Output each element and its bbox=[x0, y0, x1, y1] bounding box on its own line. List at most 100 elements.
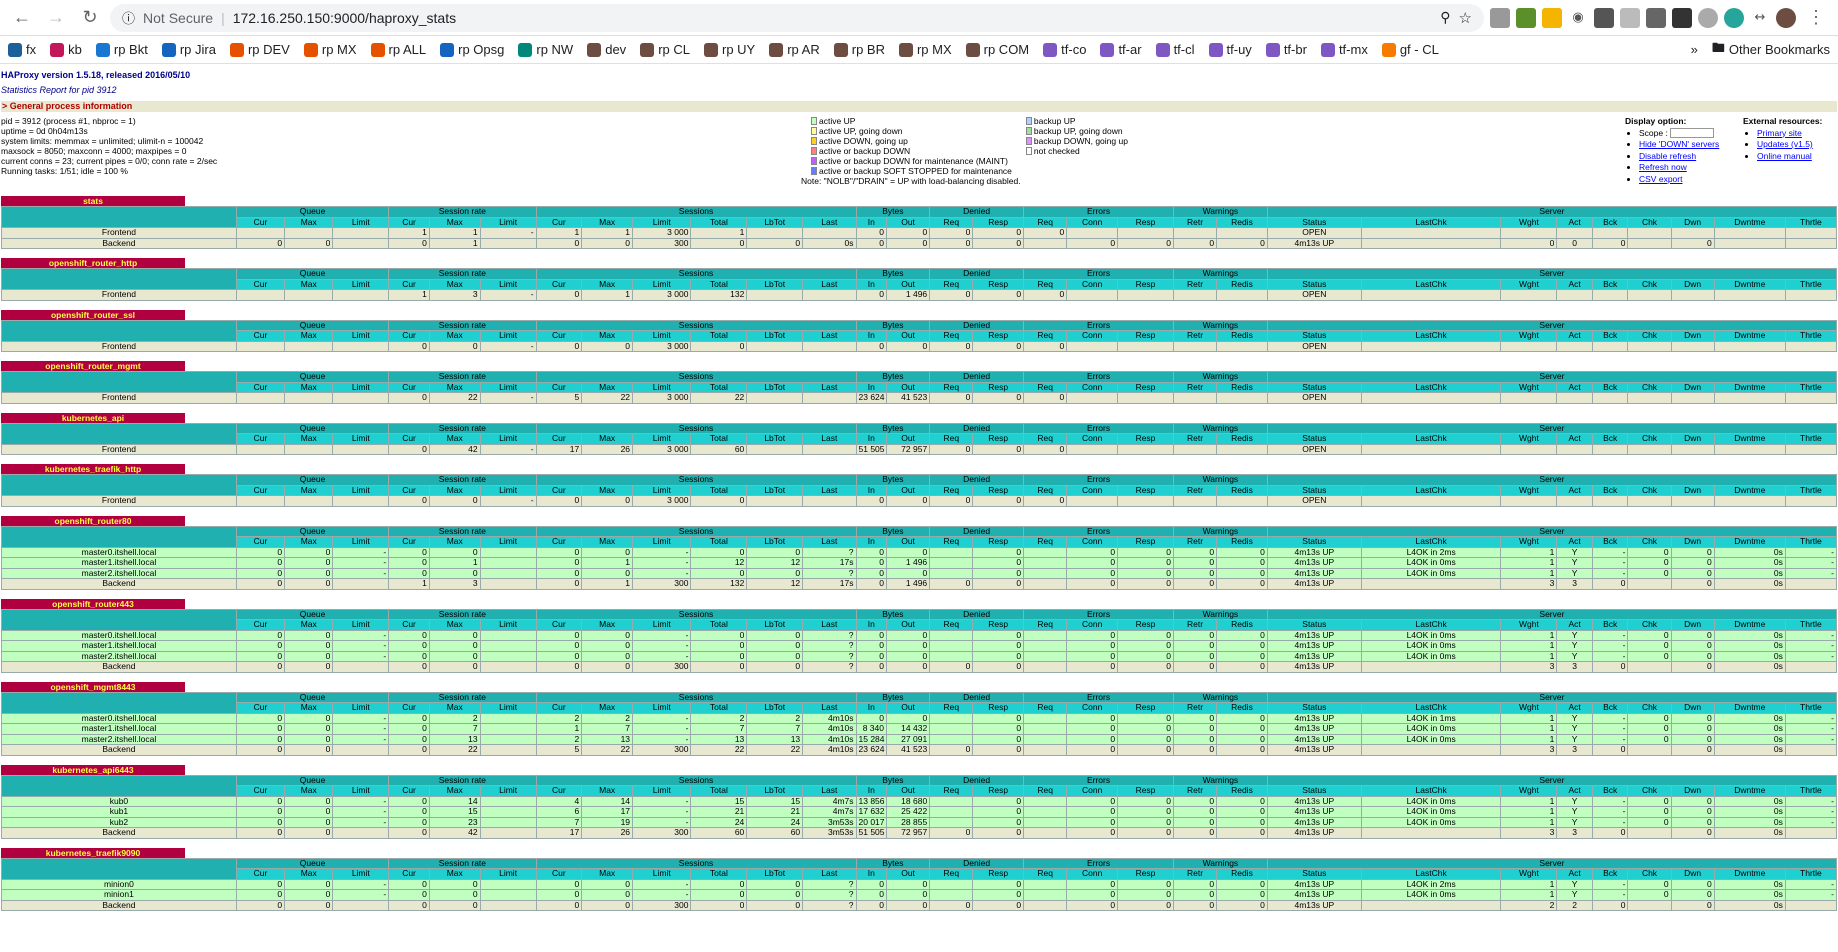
general-info-header[interactable]: > General process information bbox=[1, 101, 1837, 112]
row-name[interactable]: Backend bbox=[1, 578, 237, 590]
row-name[interactable]: Backend bbox=[1, 661, 237, 673]
bookmark-item[interactable]: tf-cl bbox=[1155, 42, 1195, 57]
star-icon[interactable]: ☆ bbox=[1459, 9, 1472, 27]
extension-icon[interactable] bbox=[1724, 7, 1744, 28]
cell: 0 bbox=[972, 392, 1025, 404]
proxy-name[interactable]: kubernetes_traefik_http bbox=[1, 464, 185, 474]
row-name[interactable]: kub1 bbox=[1, 806, 237, 818]
avatar[interactable] bbox=[1776, 7, 1796, 28]
row-name[interactable]: master1.itshell.local bbox=[1, 723, 237, 735]
bookmark-item[interactable]: rp Bkt bbox=[95, 42, 148, 57]
arrows-icon[interactable]: ↔ bbox=[1750, 7, 1770, 28]
external-link[interactable]: Updates (v1.5) bbox=[1757, 139, 1813, 149]
proxy-name[interactable]: openshift_mgmt8443 bbox=[1, 681, 185, 692]
row-name[interactable]: master1.itshell.local bbox=[1, 640, 237, 652]
extension-icon[interactable] bbox=[1672, 7, 1692, 28]
cell: 0 bbox=[1023, 392, 1068, 404]
row-name[interactable]: master2.itshell.local bbox=[1, 650, 237, 662]
bookmark-item[interactable]: tf-mx bbox=[1320, 42, 1368, 57]
cell: 0 bbox=[855, 237, 887, 249]
proxy-name[interactable]: kubernetes_api6443 bbox=[1, 764, 185, 775]
display-option-link[interactable]: CSV export bbox=[1639, 174, 1682, 184]
row-name[interactable]: Backend bbox=[1, 899, 237, 911]
display-option-link[interactable]: Disable refresh bbox=[1639, 151, 1696, 161]
extension-icon[interactable] bbox=[1490, 7, 1510, 28]
bookmark-item[interactable]: tf-ar bbox=[1100, 42, 1142, 57]
display-option-link[interactable]: Refresh now bbox=[1639, 162, 1687, 172]
bookmark-label: gf - CL bbox=[1399, 42, 1439, 57]
bookmark-item[interactable]: rp ALL bbox=[370, 42, 426, 57]
eye-icon[interactable]: ◉ bbox=[1568, 7, 1588, 28]
row-name[interactable]: Backend bbox=[1, 744, 237, 756]
proxy-name[interactable]: stats bbox=[1, 196, 185, 206]
bookmark-item[interactable]: dev bbox=[587, 42, 626, 57]
row-name[interactable]: master2.itshell.local bbox=[1, 567, 237, 579]
display-option-link[interactable]: Hide 'DOWN' servers bbox=[1639, 139, 1719, 149]
cell: 4m13s UP bbox=[1266, 237, 1362, 249]
bookmark-item[interactable]: fx bbox=[8, 42, 36, 57]
other-bookmarks[interactable]: 🖿 Other Bookmarks bbox=[1712, 39, 1830, 61]
extension-icon[interactable] bbox=[1646, 7, 1666, 28]
row-name[interactable]: Backend bbox=[1, 827, 237, 839]
bookmark-item[interactable]: rp MX bbox=[898, 42, 952, 57]
row-name[interactable]: Frontend bbox=[1, 495, 237, 507]
bookmark-item[interactable]: rp BR bbox=[833, 42, 885, 57]
cell bbox=[332, 661, 390, 673]
extension-icon[interactable] bbox=[1594, 7, 1614, 28]
bookmark-item[interactable]: rp MX bbox=[303, 42, 357, 57]
extension-icon[interactable] bbox=[1698, 7, 1718, 28]
row-name[interactable]: kub0 bbox=[1, 795, 237, 807]
bookmark-item[interactable]: rp CL bbox=[640, 42, 690, 57]
more-bookmarks-icon[interactable]: » bbox=[1691, 42, 1698, 57]
external-link[interactable]: Online manual bbox=[1757, 151, 1812, 161]
row-name[interactable]: master2.itshell.local bbox=[1, 733, 237, 745]
row-name[interactable]: Backend bbox=[1, 237, 237, 249]
scope-input[interactable] bbox=[1670, 128, 1715, 138]
bookmark-item[interactable]: rp NW bbox=[518, 42, 573, 57]
row-name[interactable]: master0.itshell.local bbox=[1, 712, 237, 724]
row-name[interactable]: kub2 bbox=[1, 816, 237, 828]
bookmark-item[interactable]: rp AR bbox=[769, 42, 820, 57]
bookmark-item[interactable]: rp Jira bbox=[161, 42, 216, 57]
bookmark-item[interactable]: tf-br bbox=[1265, 42, 1307, 57]
address-bar[interactable]: ⓘ Not Secure | 172.16.250.150:9000/hapro… bbox=[110, 3, 1484, 32]
extension-icon[interactable] bbox=[1620, 7, 1640, 28]
row-name[interactable]: Frontend bbox=[1, 227, 237, 239]
bookmark-item[interactable]: gf - CL bbox=[1381, 42, 1439, 57]
extension-icon[interactable] bbox=[1542, 7, 1562, 28]
row-name[interactable]: master1.itshell.local bbox=[1, 557, 237, 569]
back-icon[interactable]: ← bbox=[8, 4, 36, 32]
proxy-name[interactable]: openshift_router80 bbox=[1, 515, 185, 526]
bookmark-item[interactable]: rp DEV bbox=[229, 42, 290, 57]
forward-icon[interactable]: → bbox=[42, 4, 70, 32]
info-icon[interactable]: ⓘ bbox=[122, 8, 135, 27]
row-name[interactable]: Frontend bbox=[1, 289, 237, 301]
zoom-icon[interactable]: ⚲ bbox=[1440, 9, 1450, 26]
row-name[interactable]: Frontend bbox=[1, 392, 237, 404]
bookmark-item[interactable]: tf-uy bbox=[1208, 42, 1252, 57]
proxy-name[interactable]: kubernetes_traefik9090 bbox=[1, 847, 185, 858]
proxy-name[interactable]: openshift_router443 bbox=[1, 598, 185, 609]
bookmark-item[interactable]: rp UY bbox=[703, 42, 755, 57]
proxy-name[interactable]: openshift_router_http bbox=[1, 258, 185, 268]
row-name[interactable]: master0.itshell.local bbox=[1, 546, 237, 558]
bookmark-item[interactable]: rp Opsg bbox=[440, 42, 504, 57]
bookmark-item[interactable]: kb bbox=[50, 42, 82, 57]
proxy-name[interactable]: kubernetes_api bbox=[1, 412, 185, 423]
bookmark-item[interactable]: rp COM bbox=[965, 42, 1029, 57]
row-name[interactable]: minion1 bbox=[1, 889, 237, 901]
menu-icon[interactable]: ⋮ bbox=[1802, 4, 1830, 32]
bookmark-item[interactable]: tf-co bbox=[1043, 42, 1086, 57]
row-name[interactable]: Frontend bbox=[1, 340, 237, 352]
proxy-name[interactable]: openshift_router_ssl bbox=[1, 309, 185, 320]
extension-icon[interactable] bbox=[1516, 7, 1536, 28]
row-name[interactable]: master0.itshell.local bbox=[1, 629, 237, 641]
proxy-name[interactable]: openshift_router_mgmt bbox=[1, 361, 185, 371]
row-name[interactable]: Frontend bbox=[1, 443, 237, 455]
column-header: Cur bbox=[388, 868, 430, 880]
row-name[interactable]: minion0 bbox=[1, 878, 237, 890]
column-header: Conn bbox=[1066, 330, 1119, 342]
reload-icon[interactable]: ↻ bbox=[76, 4, 104, 32]
external-link[interactable]: Primary site bbox=[1757, 128, 1802, 138]
cell bbox=[1023, 712, 1068, 724]
